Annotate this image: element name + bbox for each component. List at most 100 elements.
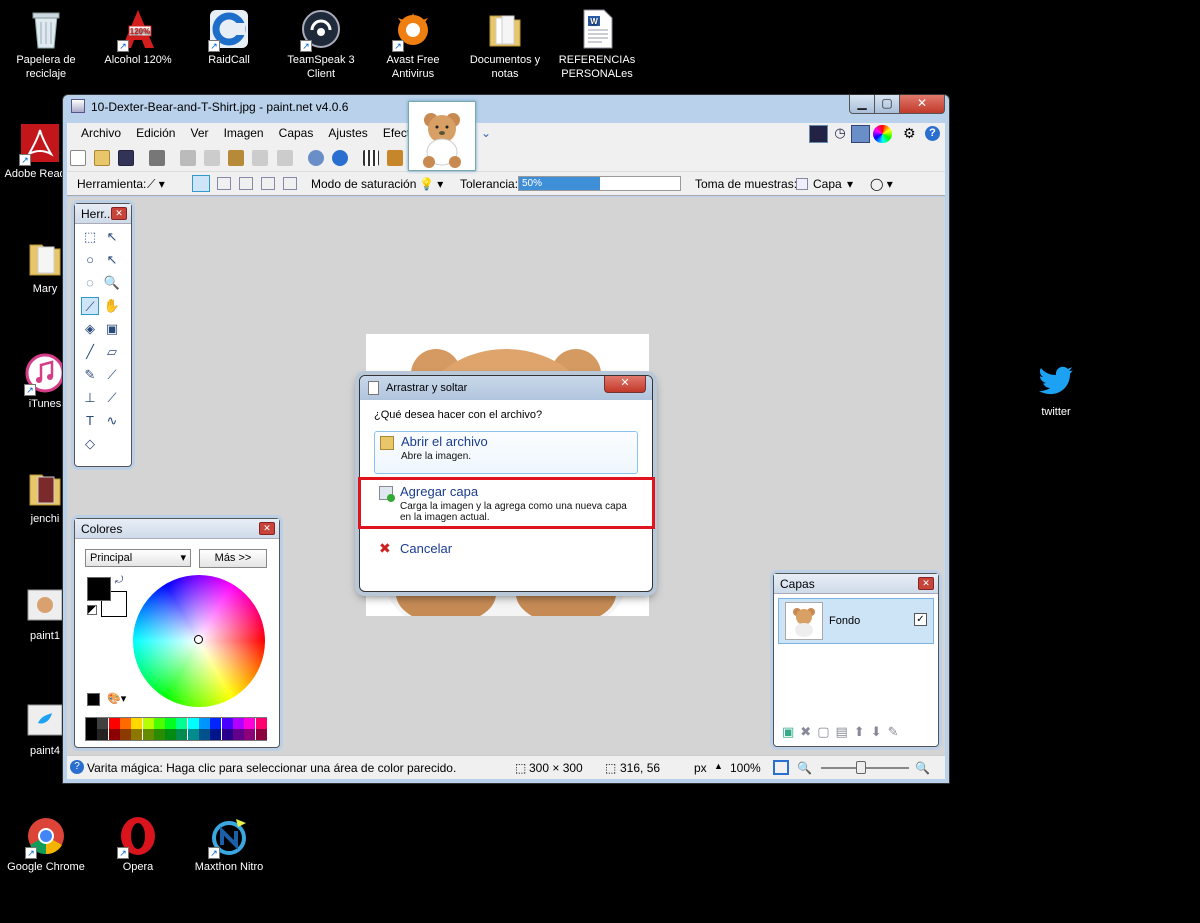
tools-panel-close-button[interactable]: ✕: [111, 207, 127, 220]
rectangle-select-tool-icon[interactable]: ⬚: [81, 228, 99, 246]
pencil-tool-icon[interactable]: ✎: [81, 366, 99, 384]
paste-icon[interactable]: [228, 150, 245, 166]
palette-swatch[interactable]: [165, 718, 177, 729]
palette-select[interactable]: Principal ▾: [85, 549, 191, 567]
help-icon[interactable]: ?: [925, 126, 940, 141]
selection-mode-replace-icon[interactable]: [192, 175, 210, 192]
ellipse-select-tool-icon[interactable]: ◌: [81, 274, 99, 292]
open-file-icon[interactable]: [94, 150, 111, 166]
image-tab-thumbnail[interactable]: [408, 101, 476, 171]
gradient-tool-icon[interactable]: ▣: [103, 320, 121, 338]
tolerance-slider[interactable]: 50%: [518, 176, 681, 191]
palette-swatch[interactable]: [119, 718, 131, 729]
save-icon[interactable]: [118, 150, 135, 166]
selection-mode-union-icon[interactable]: [217, 177, 231, 190]
palette-swatch[interactable]: [86, 718, 97, 729]
color-palette-strip[interactable]: [85, 717, 267, 741]
palette-swatch[interactable]: [153, 718, 165, 729]
primary-color-swatch[interactable]: [87, 577, 111, 601]
move-layer-up-icon[interactable]: ⬆: [854, 724, 871, 739]
desktop-icon-chrome[interactable]: ↗ Google Chrome: [1, 815, 91, 874]
desktop-icon-avast[interactable]: ↗ Avast Free Antivirus: [368, 8, 458, 81]
palette-swatch[interactable]: [142, 718, 154, 729]
colors-toggle-icon[interactable]: [873, 125, 892, 143]
clone-stamp-tool-icon[interactable]: ⊥: [81, 389, 99, 407]
desktop-icon-opera[interactable]: ↗ Opera: [93, 815, 183, 874]
ruler-icon[interactable]: [386, 150, 403, 166]
eraser-tool-icon[interactable]: ▱: [103, 343, 121, 361]
close-button[interactable]: ✕: [899, 95, 945, 114]
selection-mode-exclude-icon[interactable]: [239, 177, 253, 190]
maximize-button[interactable]: ▢: [874, 95, 900, 114]
add-layer-option[interactable]: Agregar capa Carga la imagen y la agrega…: [374, 482, 638, 526]
settings-gear-icon[interactable]: ⚙: [903, 125, 916, 142]
palette-swatch[interactable]: [232, 718, 244, 729]
palette-swatch[interactable]: [221, 729, 233, 740]
palette-swatch[interactable]: [244, 718, 256, 729]
zoom-value[interactable]: 100%: [730, 761, 761, 775]
palette-swatch[interactable]: [187, 729, 199, 740]
palette-swatch[interactable]: [176, 729, 188, 740]
palette-swatch[interactable]: [108, 729, 120, 740]
menu-capas[interactable]: Capas: [273, 123, 320, 143]
palette-swatch[interactable]: [86, 729, 97, 740]
layers-toggle-icon[interactable]: [851, 125, 870, 143]
magic-wand-selector-icon[interactable]: ⟋ ▾: [147, 177, 165, 192]
dialog-close-button[interactable]: ✕: [604, 376, 646, 393]
crop-icon[interactable]: [252, 150, 269, 166]
desktop-icon-alcohol[interactable]: 120% ↗ Alcohol 120%: [93, 8, 183, 67]
layer-row[interactable]: Fondo ✓: [778, 598, 934, 644]
colors-panel-title[interactable]: Colores: [75, 519, 279, 539]
cut-icon[interactable]: [180, 150, 197, 166]
palette-swatch[interactable]: [97, 718, 109, 729]
palette-swatch[interactable]: [210, 729, 222, 740]
layer-visibility-checkbox[interactable]: ✓: [914, 613, 927, 626]
open-file-option[interactable]: Abrir el archivo Abre la imagen.: [374, 431, 638, 474]
palette-swatch[interactable]: [187, 718, 199, 729]
minimize-button[interactable]: ▁: [849, 95, 875, 114]
merge-layer-icon[interactable]: ▤: [836, 724, 854, 739]
magic-wand-tool-icon[interactable]: ⟋: [81, 297, 99, 315]
layer-properties-icon[interactable]: ✎: [888, 724, 905, 739]
desktop-icon-twitter[interactable]: twitter: [1011, 360, 1101, 419]
add-layer-icon[interactable]: ▣: [782, 724, 800, 739]
zoom-in-icon[interactable]: 🔍: [915, 761, 930, 775]
palette-swatch[interactable]: [210, 718, 222, 729]
dialog-titlebar[interactable]: Arrastrar y soltar ✕: [360, 376, 652, 400]
desktop-icon-raidcall[interactable]: ↗ RaidCall: [184, 8, 274, 67]
unit-selector[interactable]: px: [694, 761, 707, 775]
palette-swatch[interactable]: [232, 729, 244, 740]
color-picker-tool-icon[interactable]: ⟋: [103, 366, 121, 384]
lasso-select-tool-icon[interactable]: ○: [81, 251, 99, 269]
new-file-icon[interactable]: [70, 150, 86, 166]
desktop-icon-referencias[interactable]: W REFERENCIAs PERSONALes: [552, 8, 642, 81]
print-icon[interactable]: [149, 150, 166, 166]
menu-ver[interactable]: Ver: [185, 123, 215, 143]
deselect-icon[interactable]: [276, 150, 293, 166]
desktop-icon-teamspeak[interactable]: ↗ TeamSpeak 3 Client: [276, 8, 366, 81]
move-layer-down-icon[interactable]: ⬇: [871, 724, 888, 739]
palette-swatch[interactable]: [108, 718, 120, 729]
color-wheel-cursor[interactable]: [194, 635, 203, 644]
selection-mode-intersect-icon[interactable]: [261, 177, 275, 190]
menu-overflow-icon[interactable]: ⌄: [475, 123, 497, 143]
palette-swatch[interactable]: [153, 729, 165, 740]
palette-swatch[interactable]: [119, 729, 131, 740]
palette-swatch[interactable]: [244, 729, 256, 740]
desktop-icon-maxthon[interactable]: ↗ Maxthon Nitro: [184, 815, 274, 874]
palette-swatch[interactable]: [199, 718, 210, 729]
palette-swatch[interactable]: [221, 718, 233, 729]
redo-icon[interactable]: [331, 150, 348, 166]
palette-swatch[interactable]: [255, 718, 267, 729]
selection-mode-invert-icon[interactable]: [283, 177, 297, 190]
small-primary-swatch[interactable]: [87, 693, 100, 706]
pan-tool-icon[interactable]: ✋: [103, 297, 121, 315]
history-toggle-icon[interactable]: ◷: [831, 125, 849, 143]
desktop-icon-documentos[interactable]: Documentos y notas: [460, 8, 550, 81]
palette-swatch[interactable]: [131, 729, 143, 740]
shapes-tool-icon[interactable]: ◇: [81, 435, 99, 453]
zoom-tool-icon[interactable]: 🔍: [103, 274, 121, 292]
grid-icon[interactable]: [362, 150, 379, 166]
zoom-to-window-icon[interactable]: [773, 760, 789, 775]
unit-dropdown-arrow-icon[interactable]: ▲: [714, 761, 723, 771]
